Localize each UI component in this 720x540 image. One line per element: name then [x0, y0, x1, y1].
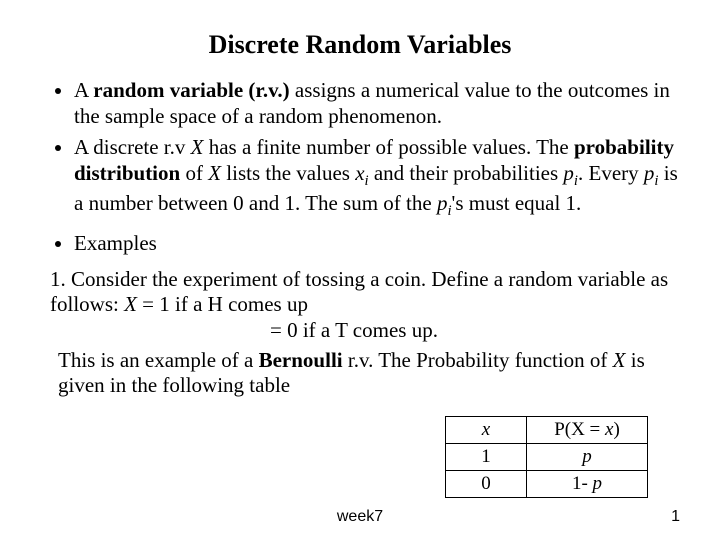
- text: . Every: [578, 161, 644, 185]
- text: of: [180, 161, 208, 185]
- var-pi: p: [563, 161, 574, 185]
- footer-page-number: 1: [671, 508, 680, 526]
- cell-x: 1: [446, 444, 527, 471]
- col-prob: P(X = x): [527, 417, 648, 444]
- text: r.v. The Probability function of: [343, 348, 613, 372]
- bullet-3: Examples: [74, 231, 680, 257]
- text: and their probabilities: [369, 161, 564, 185]
- bullet-1: A random variable (r.v.) assigns a numer…: [74, 78, 680, 129]
- bullet-2: A discrete r.v X has a finite number of …: [74, 135, 680, 221]
- slide-title: Discrete Random Variables: [40, 30, 680, 60]
- var-x: X: [613, 348, 626, 372]
- text: has a finite number of possible values. …: [203, 135, 574, 159]
- text: 's must equal 1.: [452, 191, 582, 215]
- example-1-line3: This is an example of a Bernoulli r.v. T…: [58, 348, 680, 399]
- probability-table: x P(X = x) 1 p 0 1- p: [445, 416, 648, 498]
- text: A discrete r.v: [74, 135, 191, 159]
- slide: Discrete Random Variables A random varia…: [0, 0, 720, 399]
- text: A: [74, 78, 93, 102]
- cell-prob: p: [527, 444, 648, 471]
- var-p: p: [593, 473, 603, 494]
- var-x: X: [124, 292, 137, 316]
- text: 1-: [572, 473, 593, 494]
- text: This is an example of a: [58, 348, 259, 372]
- col-x: x: [446, 417, 527, 444]
- var-x: X: [208, 161, 221, 185]
- example-1-line1: 1. Consider the experiment of tossing a …: [50, 267, 680, 318]
- var-pi: p: [437, 191, 448, 215]
- var-x: X: [191, 135, 204, 159]
- var-x: x: [482, 419, 490, 440]
- cell-prob: 1- p: [527, 471, 648, 498]
- text: = 1 if a H comes up: [137, 292, 308, 316]
- example-1-line2: = 0 if a T comes up.: [270, 318, 680, 344]
- footer-label: week7: [0, 508, 720, 526]
- table-row: 1 p: [446, 444, 648, 471]
- var-xi: x: [355, 161, 364, 185]
- text: lists the values: [221, 161, 355, 185]
- table-header-row: x P(X = x): [446, 417, 648, 444]
- term-bernoulli: Bernoulli: [259, 348, 343, 372]
- table-row: 0 1- p: [446, 471, 648, 498]
- text: ): [613, 419, 619, 440]
- bullet-list: A random variable (r.v.) assigns a numer…: [40, 78, 680, 257]
- text: P(X =: [554, 419, 605, 440]
- var-p: p: [582, 446, 592, 467]
- var-pi: p: [644, 161, 655, 185]
- term-random-variable: random variable (r.v.): [93, 78, 289, 102]
- cell-x: 0: [446, 471, 527, 498]
